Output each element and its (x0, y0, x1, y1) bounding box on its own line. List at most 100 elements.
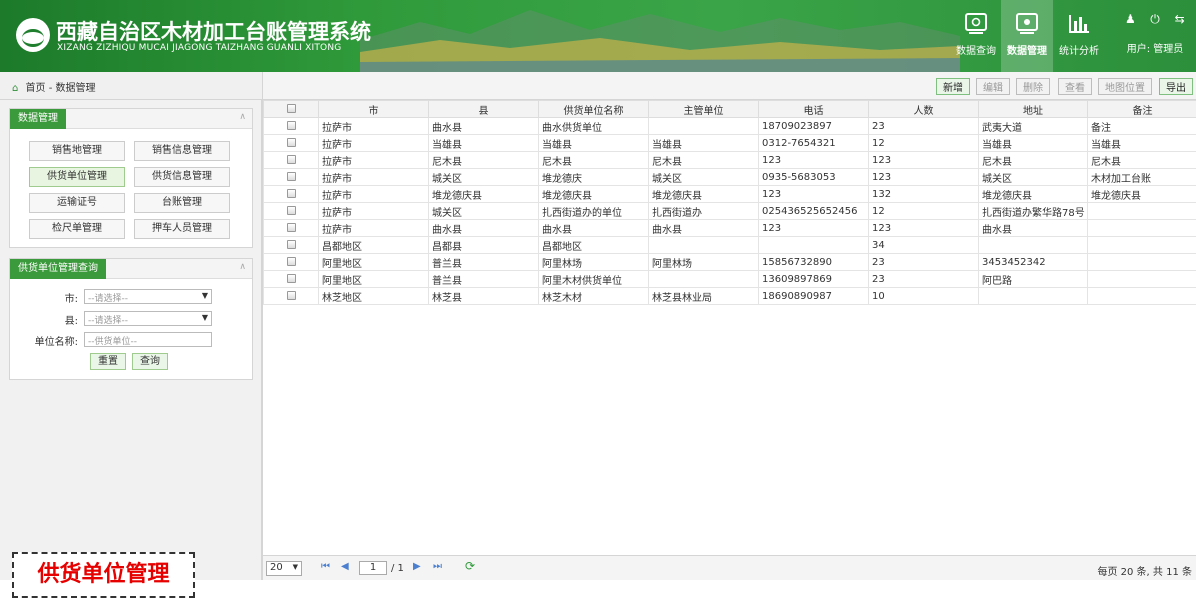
prev-page-icon[interactable]: ◀ (341, 561, 349, 572)
table-cell: 阿里林场 (538, 253, 649, 271)
row-checkbox[interactable] (263, 253, 319, 271)
table-cell: 0312-7654321 (758, 134, 869, 152)
edit-button[interactable]: 编辑 (976, 78, 1010, 95)
column-header[interactable]: 市 (318, 100, 429, 118)
power-icon[interactable]: ⏻ (1148, 12, 1162, 30)
last-page-icon[interactable]: ⏭ (433, 561, 442, 572)
table-cell: 曲水县 (428, 219, 539, 237)
breadcrumb-text: 首页 - 数据管理 (25, 83, 96, 94)
unit-name-input[interactable]: --供货单位-- (84, 332, 212, 347)
page-size-select[interactable]: 20 ▼ (266, 561, 302, 576)
row-checkbox[interactable] (263, 151, 319, 169)
row-checkbox[interactable] (263, 202, 319, 220)
table-cell: 堆龙德庆 (538, 168, 649, 186)
view-button[interactable]: 查看 (1058, 78, 1092, 95)
column-header[interactable]: 电话 (758, 100, 869, 118)
table-cell (758, 236, 869, 254)
city-select[interactable]: --请选择-- ▼ (84, 289, 212, 304)
menu-measure-sheet[interactable]: 检尺单管理 (29, 219, 125, 239)
collapse-icon[interactable]: ∧ (239, 262, 246, 272)
table-cell (978, 236, 1088, 254)
switch-icon[interactable]: ⇆ (1173, 12, 1187, 30)
table-row[interactable]: 拉萨市 曲水县 曲水县 曲水县 123 123 曲水县 (263, 219, 1196, 237)
column-header[interactable]: 县 (428, 100, 539, 118)
table-cell: 尼木县 (1087, 151, 1196, 169)
row-checkbox[interactable] (263, 287, 319, 305)
table-row[interactable]: 昌都地区 昌都县 昌都地区 34 (263, 236, 1196, 254)
county-select[interactable]: --请选择-- ▼ (84, 311, 212, 326)
first-page-icon[interactable]: ⏮ (321, 561, 330, 572)
table-cell: 曲水县 (538, 219, 649, 237)
row-checkbox[interactable] (263, 236, 319, 254)
column-header[interactable]: 主管单位 (648, 100, 759, 118)
data-grid: 市 县 供货单位名称 主管单位 电话 人数 地址 备注 拉萨市 曲水县 曲水供货单位… (262, 100, 1196, 555)
next-page-icon[interactable]: ▶ (413, 561, 421, 572)
table-row[interactable]: 拉萨市 城关区 扎西街道办的单位 扎西街道办 025436525652456 12 扎西街道… (263, 202, 1196, 220)
column-header[interactable]: 人数 (868, 100, 979, 118)
select-all-checkbox[interactable] (263, 100, 319, 118)
menu-sales-info[interactable]: 销售信息管理 (134, 141, 230, 161)
menu-ledger[interactable]: 台账管理 (134, 193, 230, 213)
table-cell: 堆龙德庆县 (428, 185, 539, 203)
map-location-button[interactable]: 地图位置 (1098, 78, 1152, 95)
table-cell: 城关区 (428, 202, 539, 220)
table-row[interactable]: 阿里地区 普兰县 阿里木材供货单位 13609897869 23 阿巴路 (263, 270, 1196, 288)
column-header[interactable]: 地址 (978, 100, 1088, 118)
menu-supplier-management[interactable]: 供货单位管理 (29, 167, 125, 187)
table-row[interactable]: 拉萨市 当雄县 当雄县 当雄县 0312-7654321 12 当雄县 当雄县 (263, 134, 1196, 152)
delete-button[interactable]: 删除 (1016, 78, 1050, 95)
row-checkbox[interactable] (263, 270, 319, 288)
table-cell: 曲水县 (648, 219, 759, 237)
add-button[interactable]: 新增 (936, 78, 970, 95)
nav-label: 数据查询 (956, 46, 996, 57)
table-row[interactable]: 拉萨市 尼木县 尼木县 尼木县 123 123 尼木县 尼木县 (263, 151, 1196, 169)
pagination-bar: 20 ▼ ⏮ ◀ 1 / 1 ▶ ⏭ ⟳ 每页 20 条, 共 11 条 (262, 555, 1196, 580)
table-cell (1087, 236, 1196, 254)
table-cell: 普兰县 (428, 253, 539, 271)
table-cell: 拉萨市 (318, 219, 429, 237)
collapse-icon[interactable]: ∧ (239, 112, 246, 122)
row-checkbox[interactable] (263, 168, 319, 186)
column-header[interactable]: 备注 (1087, 100, 1196, 118)
export-button[interactable]: 导出 (1159, 78, 1193, 95)
table-row[interactable]: 拉萨市 曲水县 曲水供货单位 18709023897 23 武夷大道 备注 (263, 117, 1196, 135)
table-cell: 阿里地区 (318, 270, 429, 288)
menu-escort-staff[interactable]: 押车人员管理 (134, 219, 230, 239)
nav-label: 数据管理 (1007, 46, 1047, 57)
table-cell (1087, 270, 1196, 288)
table-row[interactable]: 阿里地区 普兰县 阿里林场 阿里林场 15856732890 23 3453452342 (263, 253, 1196, 271)
home-icon[interactable]: ⌂ (12, 83, 18, 94)
menu-transport-permit[interactable]: 运输证号 (29, 193, 125, 213)
bar-chart-icon (1069, 15, 1089, 33)
search-button[interactable]: 查询 (132, 353, 168, 370)
table-row[interactable]: 拉萨市 堆龙德庆县 堆龙德庆县 堆龙德庆县 123 132 堆龙德庆县 堆龙德庆县 (263, 185, 1196, 203)
nav-data-management[interactable]: 数据管理 (1001, 0, 1053, 72)
table-cell: 23 (868, 270, 979, 288)
table-row[interactable]: 拉萨市 城关区 堆龙德庆 城关区 0935-5683053 123 城关区 木材加工台账 (263, 168, 1196, 186)
table-cell: 堆龙德庆县 (978, 185, 1088, 203)
table-cell: 当雄县 (1087, 134, 1196, 152)
table-cell: 当雄县 (648, 134, 759, 152)
menu-sales-place[interactable]: 销售地管理 (29, 141, 125, 161)
user-icon[interactable]: ♟ (1123, 12, 1137, 30)
column-header[interactable]: 供货单位名称 (538, 100, 649, 118)
reset-button[interactable]: 重置 (90, 353, 126, 370)
table-cell: 堆龙德庆县 (648, 185, 759, 203)
page-number-input[interactable]: 1 (359, 561, 387, 575)
nav-statistics[interactable]: 统计分析 (1053, 0, 1105, 72)
nav-data-query[interactable]: 数据查询 (950, 0, 1002, 72)
table-cell: 当雄县 (428, 134, 539, 152)
table-cell: 0935-5683053 (758, 168, 869, 186)
row-checkbox[interactable] (263, 219, 319, 237)
row-checkbox[interactable] (263, 185, 319, 203)
table-cell: 13609897869 (758, 270, 869, 288)
row-checkbox[interactable] (263, 117, 319, 135)
table-header: 市 县 供货单位名称 主管单位 电话 人数 地址 备注 (263, 100, 1196, 118)
table-cell: 林芝县林业局 (648, 287, 759, 305)
refresh-icon[interactable]: ⟳ (465, 559, 475, 573)
row-checkbox[interactable] (263, 134, 319, 152)
breadcrumb: ⌂ 首页 - 数据管理 (0, 72, 262, 100)
table-row[interactable]: 林芝地区 林芝县 林芝木材 林芝县林业局 18690890987 10 (263, 287, 1196, 305)
menu-supply-info[interactable]: 供货信息管理 (134, 167, 230, 187)
chevron-down-icon: ▼ (292, 563, 298, 571)
